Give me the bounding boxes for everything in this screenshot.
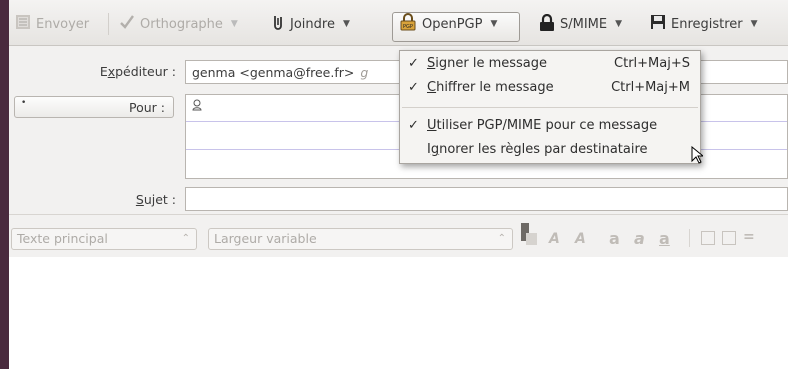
save-button[interactable]: Enregistrer ▼ <box>650 13 758 35</box>
menu-item-ignore-recipient-rules[interactable]: Ignorer les règles par destinataire <box>400 140 700 160</box>
bold-icon[interactable]: a <box>609 229 620 248</box>
attach-label: Joindre <box>290 16 335 32</box>
subject-input[interactable] <box>185 187 788 211</box>
smime-button[interactable]: S/MIME ▼ <box>539 13 622 35</box>
menu-item-use-pgp-mime[interactable]: ✓ Utiliser PGP/MIME pour ce message <box>400 116 700 136</box>
recipient-type-label: Pour : <box>129 100 165 115</box>
menu-separator <box>402 107 698 108</box>
attach-button[interactable]: Joindre ▼ <box>271 13 350 35</box>
larger-font-icon[interactable]: A <box>575 231 586 247</box>
chevron-down-icon[interactable]: ▼ <box>751 19 758 29</box>
spinner-arrows-icon: ⌃ <box>181 233 190 244</box>
shortcut-label: Ctrl+Maj+M <box>611 80 690 95</box>
contact-icon <box>192 99 202 114</box>
save-label: Enregistrer <box>671 16 743 32</box>
svg-text:PGP: PGP <box>403 24 413 30</box>
checkmark-icon <box>119 14 135 34</box>
toolbar-separator <box>689 229 690 247</box>
subject-label: Sujet : <box>135 192 176 207</box>
message-body-editor[interactable] <box>9 257 788 369</box>
smime-label: S/MIME <box>560 16 608 32</box>
paperclip-icon <box>271 14 285 35</box>
from-value: genma <genma@free.fr> <box>192 64 355 80</box>
numbered-list-icon[interactable] <box>722 231 736 245</box>
compose-window: Envoyer Orthographe ▼ Joindre ▼ PGP Open… <box>9 0 788 369</box>
floppy-disk-icon <box>650 14 666 34</box>
send-icon <box>15 14 31 34</box>
spinner-arrows-icon: ⌃ <box>497 233 506 244</box>
send-label: Envoyer <box>36 16 90 32</box>
italic-icon[interactable]: a <box>634 229 645 248</box>
chevron-down-icon[interactable]: ▼ <box>231 19 238 29</box>
from-hint: g <box>360 64 369 80</box>
checkmark-icon: ✓ <box>408 118 419 133</box>
openpgp-button[interactable]: PGP OpenPGP ▼ <box>399 13 497 35</box>
checkmark-icon: ✓ <box>408 56 419 71</box>
send-button[interactable]: Envoyer <box>15 13 89 35</box>
spellcheck-label: Orthographe <box>140 16 223 32</box>
font-select[interactable]: Largeur variable ⌃ <box>208 228 513 250</box>
chevron-down-icon[interactable]: ▼ <box>615 19 622 29</box>
compose-toolbar: Envoyer Orthographe ▼ Joindre ▼ PGP Open… <box>9 0 788 46</box>
openpgp-label: OpenPGP <box>422 16 483 32</box>
underline-icon[interactable]: a <box>659 229 670 248</box>
more-icon[interactable]: = <box>743 229 755 245</box>
pgp-lock-icon: PGP <box>399 13 417 35</box>
shortcut-label: Ctrl+Maj+S <box>614 56 690 71</box>
bullet-icon: • <box>21 98 27 108</box>
from-label: Expéditeur : <box>99 64 176 79</box>
paragraph-format-value: Texte principal <box>17 231 108 246</box>
background-color-icon[interactable] <box>526 233 537 245</box>
spellcheck-button[interactable]: Orthographe ▼ <box>119 13 238 35</box>
openpgp-menu: ✓ Signer le message Ctrl+Maj+S ✓ Chiffre… <box>399 50 701 164</box>
checkmark-icon: ✓ <box>408 80 419 95</box>
lock-icon <box>539 13 555 35</box>
font-value: Largeur variable <box>214 231 317 246</box>
bullet-list-icon[interactable] <box>701 231 715 245</box>
paragraph-format-select[interactable]: Texte principal ⌃ <box>11 228 197 250</box>
smaller-font-icon[interactable]: A <box>549 231 560 247</box>
menu-item-sign-message[interactable]: ✓ Signer le message Ctrl+Maj+S <box>400 54 700 74</box>
toolbar-separator <box>108 13 109 35</box>
chevron-down-icon[interactable]: ▼ <box>343 19 350 29</box>
format-toolbar: Texte principal ⌃ Largeur variable ⌃ A A… <box>9 214 788 258</box>
mouse-cursor-icon <box>691 145 705 167</box>
menu-item-encrypt-message[interactable]: ✓ Chiffrer le message Ctrl+Maj+M <box>400 78 700 98</box>
recipient-type-select[interactable]: • Pour : <box>14 96 174 118</box>
chevron-down-icon[interactable]: ▼ <box>490 19 497 29</box>
